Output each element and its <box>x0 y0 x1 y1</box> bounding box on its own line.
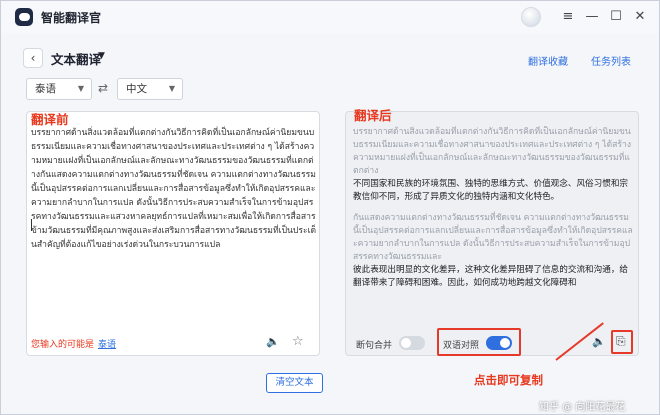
source-text-input[interactable]: บรรยากาศด้านสิ่งแวดล้อมที่แตกต่างกันวิธี… <box>31 126 317 286</box>
sentence-merge-toggle[interactable] <box>399 336 425 350</box>
maximize-icon[interactable]: ☐ <box>606 7 626 27</box>
bilingual-label: 双语对照 <box>443 341 480 351</box>
menu-icon[interactable]: ≡ <box>558 7 578 27</box>
app-window: 智能翻译官 ≡ — ☐ ✕ ‹ 文本翻译 ▼ 翻译收藏 任务列表 泰语 ▼ ⇄ … <box>0 0 660 415</box>
translation-result-text: บรรยากาศด้านสิ่งแวดล้อมที่แตกต่างกันวิธี… <box>353 126 633 319</box>
copy-icon[interactable]: ⎘ <box>616 334 626 349</box>
bilingual-toggle[interactable] <box>486 336 512 350</box>
result-fade <box>346 301 638 321</box>
detected-language-hint: 您输入的可能是 泰语 <box>31 337 116 350</box>
result-translated-paragraph: 不同国家和民族的环境氛围、独特的思维方式、价值观念、风俗习惯和宗教信仰不同，形成… <box>353 179 629 202</box>
result-translated-paragraph: 彼此表现出明显的文化差异，这种文化差异阻碍了信息的交流和沟通，给翻译带来了障碍和… <box>353 265 629 288</box>
swap-languages-icon[interactable]: ⇄ <box>98 81 108 95</box>
task-list-link[interactable]: 任务列表 <box>591 53 631 68</box>
chevron-left-icon: ‹ <box>30 51 36 65</box>
page-title[interactable]: 文本翻译 <box>51 49 101 68</box>
chevron-down-icon: ▼ <box>168 84 175 93</box>
speaker-icon[interactable]: 🔈 <box>592 335 606 348</box>
user-avatar[interactable] <box>521 7 541 27</box>
app-logo-icon <box>15 8 33 26</box>
speaker-icon[interactable]: 🔈 <box>266 335 280 348</box>
target-language-select[interactable]: 中文 ▼ <box>117 78 183 100</box>
watermark: 知乎 @ 向阳花最花 <box>539 402 626 413</box>
sentence-merge-label: 断句合并 <box>356 341 393 351</box>
source-language-select[interactable]: 泰语 ▼ <box>26 78 92 100</box>
caret-down-icon[interactable]: ▼ <box>98 51 105 61</box>
after-translation-annotation: 翻译后 <box>354 108 392 123</box>
title-bar: 智能翻译官 ≡ — ☐ ✕ <box>1 1 659 33</box>
detected-language-link[interactable]: 泰语 <box>98 340 116 350</box>
close-icon[interactable]: ✕ <box>630 7 650 27</box>
chevron-down-icon: ▼ <box>77 84 84 93</box>
target-language-value: 中文 <box>126 83 147 95</box>
source-language-value: 泰语 <box>35 83 56 95</box>
copy-hint-annotation: 点击即可复制 <box>474 373 543 387</box>
clear-text-button[interactable]: 清空文本 <box>266 373 323 393</box>
minimize-icon[interactable]: — <box>582 7 602 27</box>
detected-language-label: 您输入的可能是 <box>31 340 95 350</box>
result-source-paragraph: กันแสดงความแตกต่างทางวัฒนธรรมที่ชัดเจน ค… <box>353 213 633 262</box>
before-translation-annotation: 翻译前 <box>31 112 69 127</box>
app-title: 智能翻译官 <box>41 11 102 25</box>
text-cursor <box>31 219 32 231</box>
result-source-paragraph: บรรยากาศด้านสิ่งแวดล้อมที่แตกต่างกันวิธี… <box>353 127 632 176</box>
favorite-star-icon[interactable]: ☆ <box>292 334 304 349</box>
back-button[interactable]: ‹ <box>23 48 43 68</box>
translation-favorites-link[interactable]: 翻译收藏 <box>528 53 568 68</box>
